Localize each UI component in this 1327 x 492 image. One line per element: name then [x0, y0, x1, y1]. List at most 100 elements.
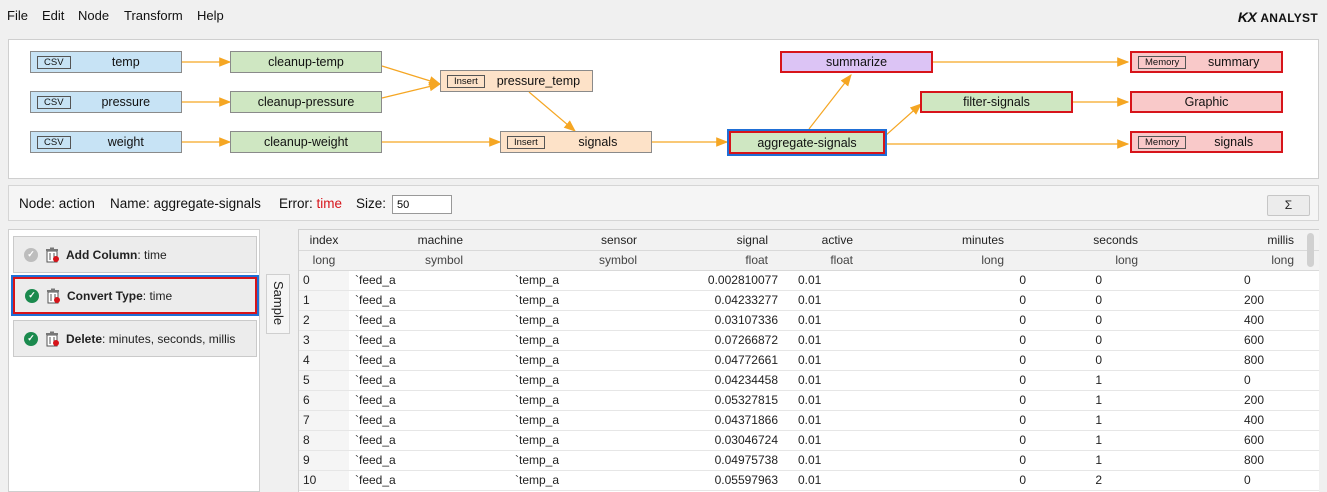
delete-step-icon[interactable]	[44, 246, 60, 263]
table-cell[interactable]: 0	[1214, 470, 1319, 491]
table-cell[interactable]: 0	[1214, 370, 1319, 391]
table-cell[interactable]: 400	[1214, 410, 1319, 431]
table-cell[interactable]: `feed_a	[349, 350, 509, 371]
sample-tab[interactable]: Sample	[266, 274, 290, 334]
table-cell[interactable]: 0.05327815	[669, 390, 786, 411]
table-cell[interactable]: 1	[1034, 450, 1214, 471]
table-cell[interactable]: `feed_a	[349, 470, 509, 491]
table-cell[interactable]: 0.04975738	[669, 450, 786, 471]
node-signals-insert[interactable]: Insert signals	[500, 131, 652, 153]
table-row[interactable]: 2 `feed_a `temp_a 0.03107336 0.01 0 0 400	[299, 310, 1319, 331]
table-cell[interactable]: 0	[909, 450, 1034, 471]
table-cell[interactable]: 0	[1034, 270, 1214, 291]
table-cell[interactable]: `feed_a	[349, 270, 509, 291]
table-cell[interactable]: 0.03107336	[669, 310, 786, 331]
table-cell[interactable]: 0.03046724	[669, 430, 786, 451]
table-cell[interactable]: `temp_a	[509, 430, 669, 451]
vertical-scrollbar[interactable]	[1307, 233, 1314, 267]
table-cell[interactable]: 0	[1034, 350, 1214, 371]
table-cell[interactable]: `feed_a	[349, 430, 509, 451]
table-cell[interactable]: `feed_a	[349, 390, 509, 411]
node-summarize[interactable]: summarize	[780, 51, 933, 73]
menu-node[interactable]: Node	[78, 8, 109, 23]
table-cell[interactable]: 0.01	[786, 410, 909, 431]
node-cleanup-temp[interactable]: cleanup-temp	[230, 51, 382, 73]
table-cell[interactable]: 0.01	[786, 270, 909, 291]
table-cell[interactable]: 0	[909, 330, 1034, 351]
menu-edit[interactable]: Edit	[42, 8, 64, 23]
table-cell[interactable]: 0	[909, 390, 1034, 411]
table-cell[interactable]: 0.01	[786, 310, 909, 331]
table-cell[interactable]: 0	[909, 290, 1034, 311]
table-cell[interactable]: 600	[1214, 430, 1319, 451]
table-row[interactable]: 9 `feed_a `temp_a 0.04975738 0.01 0 1 800	[299, 450, 1319, 471]
sample-data-grid[interactable]: index machine sensor signal active minut…	[298, 229, 1319, 492]
delete-step-icon[interactable]	[44, 330, 60, 347]
table-cell[interactable]: 0.01	[786, 330, 909, 351]
table-row[interactable]: 3 `feed_a `temp_a 0.07266872 0.01 0 0 600	[299, 330, 1319, 351]
node-cleanup-weight[interactable]: cleanup-weight	[230, 131, 382, 153]
step-delete[interactable]: ✓ Delete: minutes, seconds, millis	[13, 320, 257, 357]
table-cell[interactable]: 0.01	[786, 470, 909, 491]
table-cell[interactable]: 0	[909, 430, 1034, 451]
table-cell[interactable]: 1	[1034, 430, 1214, 451]
table-cell[interactable]: 0.04772661	[669, 350, 786, 371]
node-cleanup-pressure[interactable]: cleanup-pressure	[230, 91, 382, 113]
table-cell[interactable]: `feed_a	[349, 410, 509, 431]
row-index-cell[interactable]: 7	[299, 410, 349, 431]
node-graphic-output[interactable]: Graphic	[1130, 91, 1283, 113]
column-header[interactable]: seconds	[1034, 230, 1214, 251]
sigma-button[interactable]: Σ	[1267, 195, 1310, 216]
table-cell[interactable]: 2	[1034, 470, 1214, 491]
table-cell[interactable]: 0.01	[786, 290, 909, 311]
column-header[interactable]: signal	[669, 230, 786, 251]
table-cell[interactable]: 800	[1214, 450, 1319, 471]
node-pressure-temp[interactable]: Insert pressure_temp	[440, 70, 593, 92]
table-cell[interactable]: 0.01	[786, 370, 909, 391]
menu-help[interactable]: Help	[197, 8, 224, 23]
table-cell[interactable]: 0.002810077	[669, 270, 786, 291]
size-input[interactable]	[392, 195, 452, 214]
table-row[interactable]: 6 `feed_a `temp_a 0.05327815 0.01 0 1 200	[299, 390, 1319, 411]
table-cell[interactable]: 800	[1214, 350, 1319, 371]
table-cell[interactable]: `temp_a	[509, 350, 669, 371]
column-header[interactable]: active	[786, 230, 909, 251]
table-cell[interactable]: `feed_a	[349, 330, 509, 351]
node-csv-pressure[interactable]: CSV pressure	[30, 91, 182, 113]
workflow-canvas[interactable]: CSV temp CSV pressure CSV weight cleanup…	[8, 39, 1319, 179]
table-cell[interactable]: 600	[1214, 330, 1319, 351]
row-index-cell[interactable]: 8	[299, 430, 349, 451]
table-cell[interactable]: 0	[1034, 310, 1214, 331]
table-cell[interactable]: 0.01	[786, 350, 909, 371]
table-cell[interactable]: 0	[1214, 270, 1319, 291]
table-cell[interactable]: 0	[909, 270, 1034, 291]
table-cell[interactable]: 1	[1034, 390, 1214, 411]
table-cell[interactable]: 200	[1214, 390, 1319, 411]
table-cell[interactable]: 0	[909, 370, 1034, 391]
step-convert-type[interactable]: ✓ Convert Type: time	[13, 277, 257, 314]
table-cell[interactable]: 0.05597963	[669, 470, 786, 491]
node-summary-output[interactable]: Memory summary	[1130, 51, 1283, 73]
table-cell[interactable]: 1	[1034, 410, 1214, 431]
table-cell[interactable]: `temp_a	[509, 290, 669, 311]
row-index-cell[interactable]: 5	[299, 370, 349, 391]
row-index-cell[interactable]: 2	[299, 310, 349, 331]
table-row[interactable]: 7 `feed_a `temp_a 0.04371866 0.01 0 1 400	[299, 410, 1319, 431]
table-cell[interactable]: `temp_a	[509, 450, 669, 471]
table-cell[interactable]: 0.04234458	[669, 370, 786, 391]
node-filter-signals[interactable]: filter-signals	[920, 91, 1073, 113]
menu-file[interactable]: File	[7, 8, 28, 23]
table-cell[interactable]: 1	[1034, 370, 1214, 391]
table-cell[interactable]: `temp_a	[509, 270, 669, 291]
row-index-cell[interactable]: 3	[299, 330, 349, 351]
table-cell[interactable]: 0	[909, 310, 1034, 331]
table-cell[interactable]: 0	[1034, 330, 1214, 351]
table-cell[interactable]: `feed_a	[349, 370, 509, 391]
table-row[interactable]: 4 `feed_a `temp_a 0.04772661 0.01 0 0 800	[299, 350, 1319, 371]
node-csv-weight[interactable]: CSV weight	[30, 131, 182, 153]
table-cell[interactable]: 400	[1214, 310, 1319, 331]
table-cell[interactable]: 200	[1214, 290, 1319, 311]
row-index-cell[interactable]: 10	[299, 470, 349, 491]
table-cell[interactable]: 0.04233277	[669, 290, 786, 311]
delete-step-icon[interactable]	[45, 287, 61, 304]
